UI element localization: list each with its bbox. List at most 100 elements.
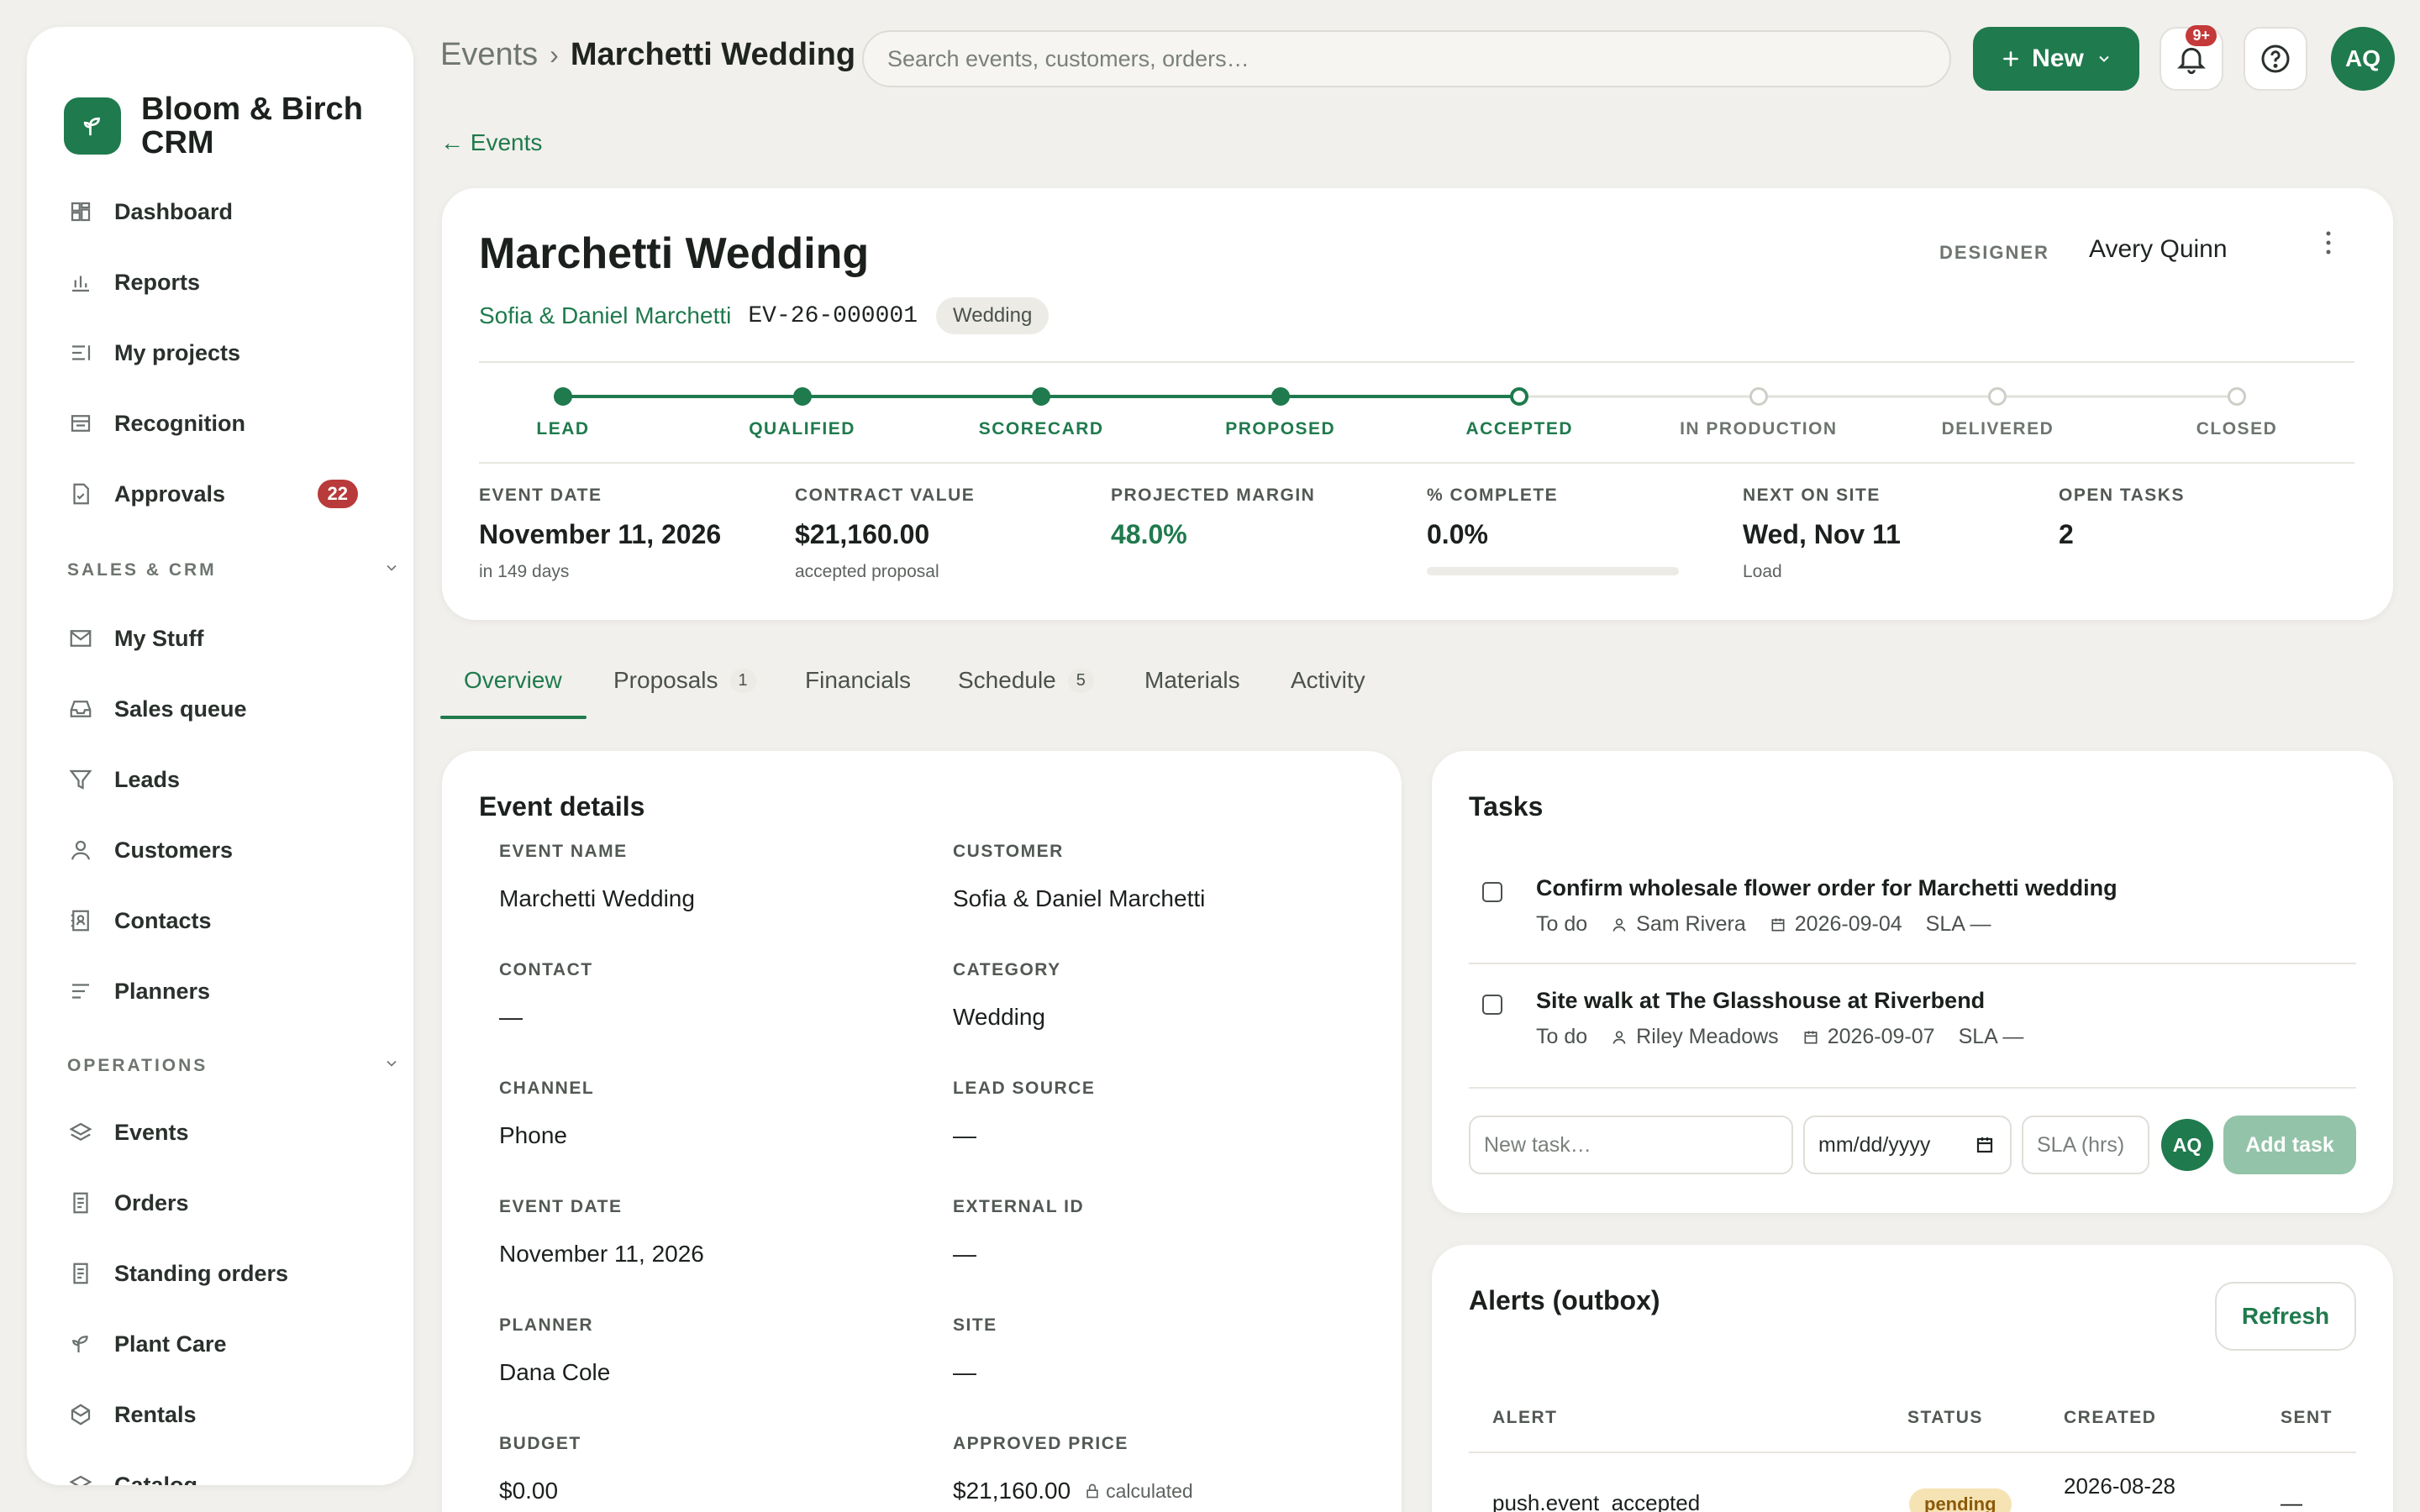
user-avatar[interactable]: AQ — [2331, 27, 2395, 91]
stage-accepted[interactable]: ACCEPTED — [1435, 387, 1603, 439]
column-header-status[interactable]: STATUS — [1907, 1408, 1983, 1428]
sprout-icon — [64, 97, 121, 155]
field-value[interactable]: Sofia & Daniel Marchetti — [953, 885, 1373, 912]
metric-complete: % COMPLETE 0.0% — [1427, 486, 1679, 575]
bar-chart-icon — [66, 267, 96, 297]
sidebar-item-dashboard[interactable]: Dashboard — [66, 186, 402, 237]
sidebar-section-sales[interactable]: SALES & CRM — [67, 559, 400, 581]
task-meta: To do Sam Rivera 2026-09-04 SLA — — [1536, 912, 2014, 937]
sidebar-item-orders[interactable]: Orders — [66, 1178, 402, 1228]
metric-value: 2 — [2059, 519, 2074, 549]
task-title[interactable]: Site walk at The Glasshouse at Riverbend — [1536, 988, 1985, 1014]
sla-input[interactable]: SLA (hrs) — [2022, 1116, 2149, 1174]
sidebar-item-events[interactable]: Events — [66, 1107, 402, 1158]
search-input[interactable]: Search events, customers, orders… — [862, 30, 1951, 87]
tab-activity[interactable]: Activity — [1291, 667, 1365, 694]
tasks-title: Tasks — [1469, 791, 1544, 822]
field-value-text: $21,160.00 — [953, 1478, 1071, 1504]
task-checkbox[interactable] — [1482, 995, 1502, 1015]
field-value[interactable]: — — [953, 1122, 1373, 1149]
new-task-input[interactable]: New task… — [1469, 1116, 1793, 1174]
layers-icon — [66, 1470, 96, 1485]
stage-label: QUALIFIED — [749, 419, 855, 438]
task-title[interactable]: Confirm wholesale flower order for March… — [1536, 875, 2118, 901]
field-value[interactable]: — — [499, 1004, 919, 1031]
sidebar-section-operations[interactable]: OPERATIONS — [67, 1055, 400, 1077]
sidebar-item-recognition[interactable]: Recognition — [66, 398, 402, 449]
stage-closed[interactable]: CLOSED — [2153, 387, 2321, 439]
stage-qualified[interactable]: QUALIFIED — [718, 387, 886, 439]
task-status: To do — [1536, 1025, 1588, 1048]
metric-sub: in 149 days — [479, 562, 570, 581]
sidebar-item-approvals[interactable]: Approvals 22 — [66, 469, 402, 519]
stage-lead[interactable]: LEAD — [479, 387, 647, 439]
stage-in-production[interactable]: IN PRODUCTION — [1675, 387, 1843, 439]
field-value[interactable]: $21,160.00 calculated — [953, 1478, 1373, 1504]
sidebar-item-plant-care[interactable]: Plant Care — [66, 1319, 402, 1369]
tab-overview[interactable]: Overview — [464, 667, 562, 694]
stage-label: PROPOSED — [1225, 419, 1336, 438]
tab-financials[interactable]: Financials — [805, 667, 911, 694]
approvals-badge: 22 — [317, 480, 358, 508]
tab-materials[interactable]: Materials — [1144, 667, 1240, 694]
field-value[interactable]: Wedding — [953, 1004, 1373, 1031]
field-value[interactable]: Dana Cole — [499, 1359, 919, 1386]
metric-value: 48.0% — [1111, 519, 1187, 549]
task-meta: To do Riley Meadows 2026-09-07 SLA — — [1536, 1025, 2047, 1049]
refresh-button[interactable]: Refresh — [2215, 1282, 2356, 1351]
field-value[interactable]: Marchetti Wedding — [499, 885, 919, 912]
task-checkbox[interactable] — [1482, 882, 1502, 902]
box-icon — [66, 1399, 96, 1430]
sidebar-item-contacts[interactable]: Contacts — [66, 895, 402, 946]
sidebar-item-standing-orders[interactable]: Standing orders — [66, 1248, 402, 1299]
metric-value: Wed, Nov 11 — [1743, 519, 1901, 549]
task-date-input[interactable]: mm/dd/yyyy — [1803, 1116, 2012, 1174]
stage-delivered[interactable]: DELIVERED — [1913, 387, 2081, 439]
column-header-alert[interactable]: ALERT — [1492, 1408, 1558, 1428]
sidebar-item-label: Approvals — [114, 480, 226, 507]
notifications-button[interactable]: 9+ — [2160, 25, 2223, 91]
layers-icon — [66, 1117, 96, 1147]
brand[interactable]: Bloom & Birch CRM — [64, 67, 363, 160]
section-label: OPERATIONS — [67, 1056, 208, 1075]
sidebar-item-sales-queue[interactable]: Sales queue — [66, 684, 402, 734]
stage-proposed[interactable]: PROPOSED — [1197, 387, 1365, 439]
stage-dot — [1749, 387, 1768, 406]
sidebar-item-customers[interactable]: Customers — [66, 825, 402, 875]
plus-icon — [2003, 51, 2019, 66]
field-value[interactable]: $0.00 — [499, 1478, 919, 1504]
sidebar-item-rentals[interactable]: Rentals — [66, 1389, 402, 1440]
sidebar-item-planners[interactable]: Planners — [66, 966, 402, 1016]
column-header-sent[interactable]: SENT — [2281, 1408, 2333, 1428]
sidebar-item-leads[interactable]: Leads — [66, 754, 402, 805]
column-header-created[interactable]: CREATED — [2064, 1408, 2156, 1428]
tab-proposals[interactable]: Proposals 1 — [613, 667, 756, 694]
section-label: SALES & CRM — [67, 560, 217, 580]
tab-label: Overview — [464, 667, 562, 693]
field-label: CONTACT — [499, 960, 593, 979]
stage-dot — [1510, 387, 1529, 406]
field-value[interactable]: Phone — [499, 1122, 919, 1149]
field-value[interactable]: — — [953, 1241, 1373, 1268]
help-button[interactable] — [2244, 27, 2307, 91]
metric-label: NEXT ON SITE — [1743, 486, 1881, 505]
field-value[interactable]: November 11, 2026 — [499, 1241, 919, 1268]
tab-count: 1 — [729, 668, 756, 693]
sidebar-item-my-stuff[interactable]: My Stuff — [66, 613, 402, 664]
divider — [1469, 963, 2356, 964]
date-placeholder: mm/dd/yyyy — [1818, 1132, 1931, 1157]
field-value[interactable]: — — [953, 1359, 1373, 1386]
sidebar-item-reports[interactable]: Reports — [66, 257, 402, 307]
tab-schedule[interactable]: Schedule 5 — [958, 667, 1094, 694]
stage-progress: LEAD QUALIFIED SCORECARD PROPOSED ACCEPTED IN… — [442, 188, 2393, 620]
back-to-events-link[interactable]: ← Events — [440, 129, 542, 156]
sidebar-item-my-projects[interactable]: My projects — [66, 328, 402, 378]
user-icon — [1612, 918, 1626, 932]
breadcrumb-parent[interactable]: Events — [440, 37, 538, 73]
add-task-button[interactable]: Add task — [2223, 1116, 2356, 1174]
task-assignee-avatar[interactable]: AQ — [2161, 1119, 2213, 1171]
list-icon — [66, 338, 96, 368]
sidebar-item-catalog[interactable]: Catalog — [66, 1460, 402, 1485]
new-button[interactable]: New — [1973, 27, 2139, 91]
stage-scorecard[interactable]: SCORECARD — [957, 387, 1125, 439]
